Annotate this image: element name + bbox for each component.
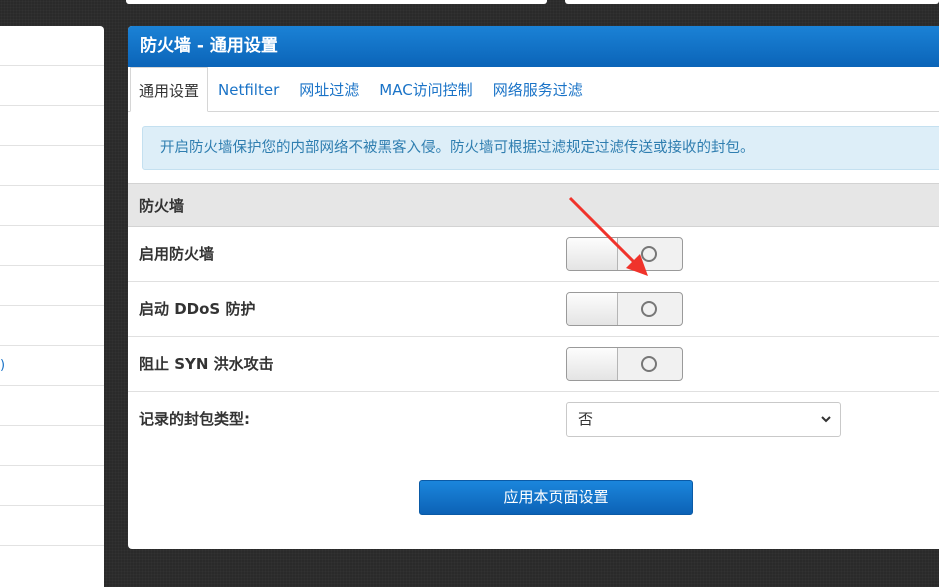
setting-row-firewall: 启用防火墙 [128,227,939,282]
setting-row-ddos: 启动 DDoS 防护 [128,282,939,337]
toggle-off-icon [641,356,657,372]
tab-url-filter[interactable]: 网址过滤 [289,67,369,111]
tab-service-filter[interactable]: 网络服务过滤 [483,67,593,111]
ddos-label: 启动 DDoS 防护 [139,300,256,318]
top-panel-left [126,0,547,4]
log-type-select[interactable]: 否 [566,402,841,437]
sidebar-item[interactable]: ) [0,346,104,386]
firewall-panel: 防火墙 - 通用设置 通用设置 Netfilter 网址过滤 MAC访问控制 网… [128,26,939,549]
toggle-knob [567,348,618,380]
syn-label: 阻止 SYN 洪水攻击 [139,355,274,373]
sidebar: ) [0,26,104,587]
log-type-value: 否 [578,410,594,428]
sidebar-item[interactable] [0,226,104,266]
sidebar-item[interactable] [0,66,104,106]
toggle-knob [567,293,618,325]
top-panel-right [565,0,939,4]
sidebar-item[interactable] [0,266,104,306]
sidebar-item[interactable] [0,386,104,426]
tab-mac-filter[interactable]: MAC访问控制 [369,67,482,111]
syn-flood-toggle[interactable] [566,347,683,381]
page-title: 防火墙 - 通用设置 [128,26,939,67]
apply-button[interactable]: 应用本页面设置 [419,480,693,515]
setting-row-syn: 阻止 SYN 洪水攻击 [128,337,939,392]
sidebar-item[interactable] [0,106,104,146]
ddos-toggle[interactable] [566,292,683,326]
sidebar-item[interactable] [0,26,104,66]
annotation-arrow-icon [568,196,648,276]
firewall-label: 启用防火墙 [139,245,215,263]
tab-bar: 通用设置 Netfilter 网址过滤 MAC访问控制 网络服务过滤 [128,67,939,112]
tab-netfilter[interactable]: Netfilter [208,67,289,111]
log-type-label: 记录的封包类型: [139,410,250,428]
sidebar-item[interactable] [0,506,104,546]
toggle-off-icon [641,301,657,317]
setting-row-log: 记录的封包类型: 否 [128,392,939,448]
chevron-down-icon [821,416,831,423]
sidebar-item[interactable] [0,186,104,226]
sidebar-item[interactable] [0,306,104,346]
sidebar-item[interactable] [0,426,104,466]
tab-general[interactable]: 通用设置 [130,67,209,112]
sidebar-item[interactable] [0,466,104,506]
section-title: 防火墙 [128,183,939,227]
sidebar-item[interactable] [0,146,104,186]
info-banner: 开启防火墙保护您的内部网络不被黑客入侵。防火墙可根据过滤规定过滤传送或接收的封包… [142,126,939,170]
